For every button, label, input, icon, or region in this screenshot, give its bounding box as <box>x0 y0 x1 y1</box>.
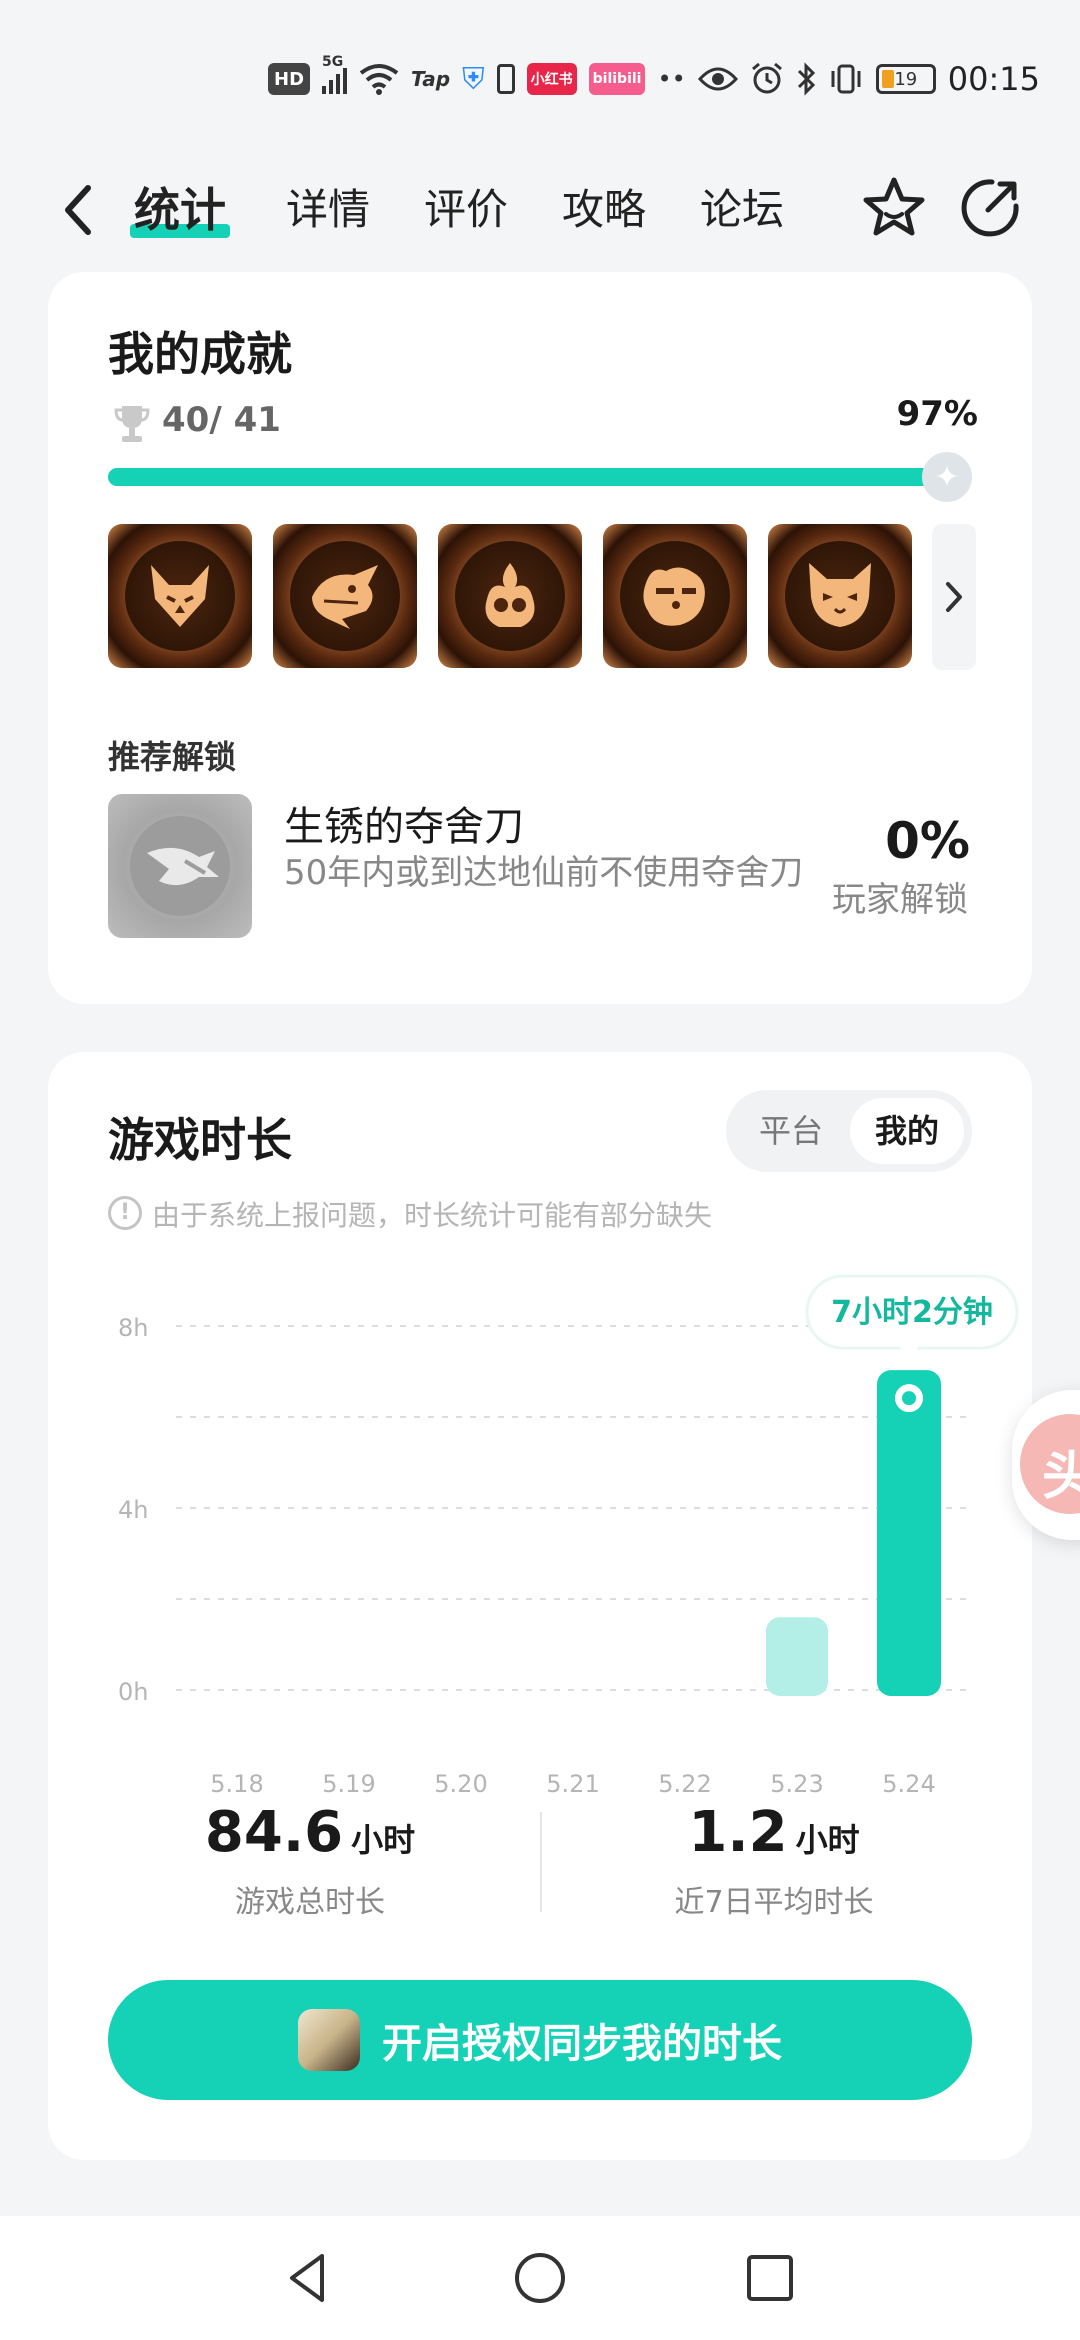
bubble-text: 头 <box>1042 1447 1080 1507</box>
clock: 00:15 <box>947 60 1040 98</box>
bilibili-icon: bilibili <box>588 63 646 95</box>
total-playtime-unit: 小时 <box>351 1821 416 1859</box>
tab-details[interactable]: 详情 <box>286 178 370 242</box>
nav-recents-icon[interactable] <box>740 2248 800 2308</box>
y-tick-label: 4h <box>118 1496 148 1524</box>
alarm-icon <box>751 62 782 94</box>
nav-home-icon[interactable] <box>510 2248 570 2308</box>
status-bar: HD 5G Tap ⛨ 小红书 bilibili •• 19 00:15 <box>0 0 1080 150</box>
y-tick-label: 0h <box>118 1678 148 1706</box>
sync-playtime-label: 开启授权同步我的时长 <box>382 2021 782 2067</box>
eye-icon <box>697 67 738 91</box>
top-nav: 统计 详情 评价 1278 攻略 论坛 <box>0 160 1080 347</box>
tab-guides[interactable]: 攻略 <box>562 178 646 242</box>
recommend-unlock-percent: 0% <box>885 812 970 870</box>
recommend-achievement-title: 生锈的夺舍刀 <box>284 804 524 850</box>
achievement-progress-bar <box>108 468 962 486</box>
y-tick-label: 8h <box>118 1314 148 1342</box>
x-tick-label: 5.21 <box>546 1770 599 1798</box>
dragon-badge-icon[interactable] <box>273 524 417 668</box>
achievement-count: 40/ 41 <box>162 400 281 440</box>
recommend-unlock-percent-label: 玩家解锁 <box>832 880 968 920</box>
trophy-icon <box>114 406 150 442</box>
playtime-card: 游戏时长 平台 我的 ! 由于系统上报问题，时长统计可能有部分缺失 0h 4h 8h… <box>48 1052 1032 2160</box>
favorite-star-icon[interactable] <box>858 172 930 244</box>
tab-reviews[interactable]: 评价 <box>424 178 508 242</box>
vibrate-icon <box>831 64 861 94</box>
share-icon[interactable] <box>954 172 1026 244</box>
back-icon[interactable] <box>58 182 98 238</box>
avg-playtime-label: 近7日平均时长 <box>674 1885 874 1920</box>
fox-badge-icon[interactable] <box>108 524 252 668</box>
bar-marker-dot <box>902 1391 916 1406</box>
bar-tooltip-tail <box>899 1346 919 1361</box>
recommend-achievement-desc: 50年内或到达地仙前不使用夺舍刀 <box>284 853 804 893</box>
x-tick-label: 5.18 <box>210 1770 263 1798</box>
total-playtime-label: 游戏总时长 <box>235 1885 385 1920</box>
game-app-icon <box>298 2009 360 2071</box>
x-tick-label: 5.19 <box>322 1770 375 1798</box>
tab-forum[interactable]: 论坛 <box>700 178 784 242</box>
x-tick-label: 5.23 <box>770 1770 823 1798</box>
total-playtime-value: 84.6 <box>204 1800 344 1865</box>
avg-playtime-stat: 1.2 小时 近7日平均时长 <box>574 1800 974 1921</box>
bar-highlighted[interactable] <box>877 1370 941 1696</box>
alert-icon <box>496 64 515 94</box>
cat-badge-icon[interactable] <box>768 524 912 668</box>
sync-playtime-button[interactable]: 开启授权同步我的时长 <box>108 1980 972 2100</box>
x-tick-label: 5.22 <box>658 1770 711 1798</box>
rusty-blade-achievement-icon[interactable] <box>108 794 252 938</box>
x-tick-label: 5.20 <box>434 1770 487 1798</box>
wifi-icon <box>359 64 399 95</box>
ferret-badge-icon[interactable] <box>603 524 747 668</box>
achievement-progress-fill <box>108 468 937 486</box>
avg-playtime-value: 1.2 <box>688 1800 788 1865</box>
chevron-right-icon <box>946 582 962 612</box>
recommend-unlock-label: 推荐解锁 <box>108 738 237 776</box>
hd-icon: HD <box>268 63 311 95</box>
more-dots-icon: •• <box>657 65 686 93</box>
stat-divider <box>540 1812 542 1912</box>
bar-tooltip-label: 7小时2分钟 <box>831 1295 993 1330</box>
achievement-badges <box>108 524 912 670</box>
system-navigation-bar <box>0 2216 1080 2340</box>
shield-icon: ⛨ <box>462 61 485 97</box>
progress-end-star-icon: ✦ <box>922 452 972 502</box>
x-tick-label: 5.24 <box>882 1770 935 1798</box>
achievements-title: 我的成就 <box>108 327 292 381</box>
tap-icon: Tap <box>411 67 451 91</box>
achievement-percent: 97% <box>896 394 978 434</box>
achievements-card: 我的成就 40/ 41 97% ✦ 推荐解锁 生锈的夺舍刀 50年内或到达地仙前… <box>48 272 1032 1004</box>
tab-stats[interactable]: 统计 <box>130 178 230 242</box>
total-playtime-stat: 84.6 小时 游戏总时长 <box>110 1800 510 1921</box>
badges-next-button[interactable] <box>932 524 976 670</box>
bluetooth-icon <box>797 62 815 96</box>
avg-playtime-unit: 小时 <box>795 1821 860 1859</box>
bar[interactable] <box>766 1617 828 1696</box>
flame-spirit-badge-icon[interactable] <box>438 524 582 668</box>
nav-back-icon[interactable] <box>278 2248 338 2308</box>
battery-icon: 19 <box>875 64 936 94</box>
signal-icon: 5G <box>322 54 348 94</box>
xiaohongshu-icon: 小红书 <box>526 63 577 95</box>
